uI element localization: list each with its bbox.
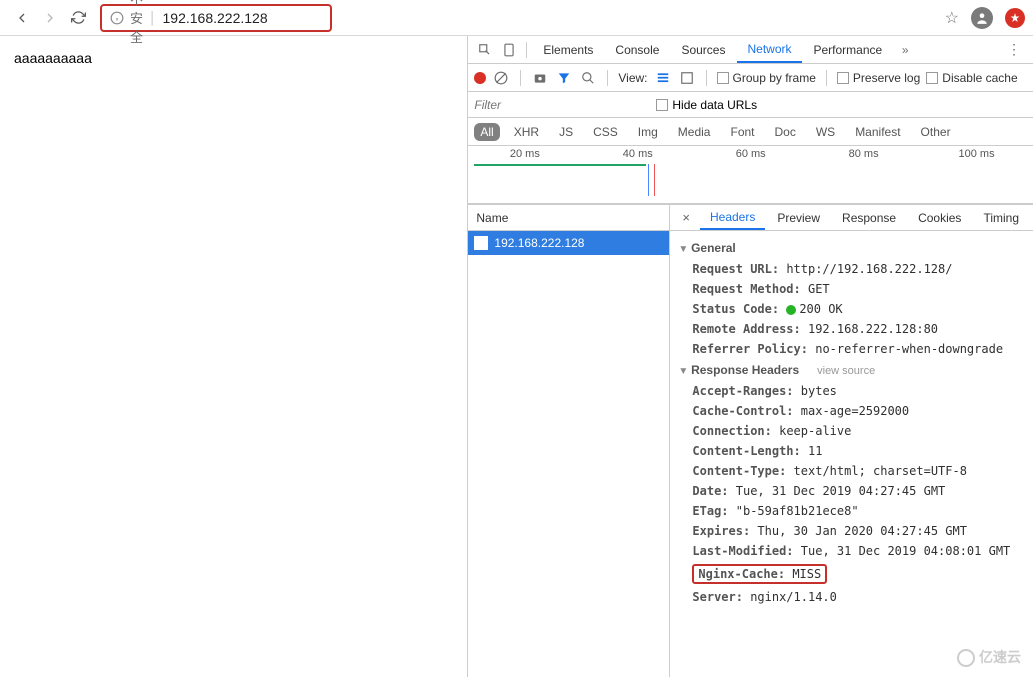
type-css[interactable]: CSS [587, 123, 624, 141]
section-header[interactable]: Response Headersview source [670, 359, 1033, 381]
disable-cache-checkbox[interactable]: Disable cache [926, 71, 1017, 85]
separator: │ [149, 11, 157, 25]
tab-preview[interactable]: Preview [767, 205, 830, 230]
filter-input[interactable] [474, 98, 644, 112]
group-by-frame-checkbox[interactable]: Group by frame [717, 71, 816, 85]
header-row: Last-Modified: Tue, 31 Dec 2019 04:08:01… [670, 541, 1033, 561]
view-label: View: [618, 71, 647, 85]
type-all[interactable]: All [474, 123, 499, 141]
timeline-request-bar [474, 164, 646, 166]
document-icon [474, 236, 488, 250]
address-bar[interactable]: 不安全 │ [100, 4, 332, 32]
type-js[interactable]: JS [553, 123, 579, 141]
header-row: Request URL: http://192.168.222.128/ [670, 259, 1033, 279]
type-manifest[interactable]: Manifest [849, 123, 906, 141]
tab-performance[interactable]: Performance [804, 36, 893, 63]
domcontentloaded-line [648, 164, 649, 196]
capture-screenshot-icon[interactable] [531, 69, 549, 87]
bookmark-icon[interactable]: ☆ [945, 8, 959, 28]
timeline-ticks: 20 ms 40 ms 60 ms 80 ms 100 ms [468, 148, 1033, 160]
request-detail: × Headers Preview Response Cookies Timin… [670, 205, 1033, 677]
header-row: Date: Tue, 31 Dec 2019 04:27:45 GMT [670, 481, 1033, 501]
load-line [654, 164, 655, 196]
type-doc[interactable]: Doc [769, 123, 802, 141]
header-row: Content-Length: 11 [670, 441, 1033, 461]
type-filter-row: All XHR JS CSS Img Media Font Doc WS Man… [468, 118, 1033, 146]
header-row: Accept-Ranges: bytes [670, 381, 1033, 401]
header-row: Content-Type: text/html; charset=UTF-8 [670, 461, 1033, 481]
header-row: Referrer Policy: no-referrer-when-downgr… [670, 339, 1033, 359]
hide-data-urls-checkbox[interactable]: Hide data URLs [656, 98, 757, 112]
header-row: Connection: keep-alive [670, 421, 1033, 441]
browser-toolbar: 不安全 │ ☆ [0, 0, 1033, 36]
extension-badge-icon[interactable] [1005, 8, 1025, 28]
devtools-panel: Elements Console Sources Network Perform… [467, 36, 1033, 677]
profile-avatar[interactable] [971, 7, 993, 29]
devtools-tabs: Elements Console Sources Network Perform… [468, 36, 1033, 64]
type-media[interactable]: Media [672, 123, 717, 141]
waterfall-timeline[interactable]: 20 ms 40 ms 60 ms 80 ms 100 ms [468, 146, 1033, 204]
record-button[interactable] [474, 72, 486, 84]
page-text: aaaaaaaaaa [14, 50, 92, 66]
large-view-icon[interactable] [678, 69, 696, 87]
type-other[interactable]: Other [915, 123, 957, 141]
inspect-element-icon[interactable] [474, 39, 496, 61]
highlighted-header: Nginx-Cache: MISS [692, 564, 827, 584]
tab-elements[interactable]: Elements [533, 36, 603, 63]
url-input[interactable] [163, 10, 344, 26]
search-icon[interactable] [579, 69, 597, 87]
tab-cookies[interactable]: Cookies [908, 205, 971, 230]
network-toolbar: View: Group by frame Preserve log Disabl… [468, 64, 1033, 92]
clear-icon[interactable] [492, 69, 510, 87]
tab-headers[interactable]: Headers [700, 205, 765, 230]
more-tabs-icon[interactable]: » [894, 39, 916, 61]
header-row: Nginx-Cache: MISS [670, 561, 1033, 587]
type-img[interactable]: Img [632, 123, 664, 141]
tab-timing[interactable]: Timing [973, 205, 1029, 230]
header-row: Remote Address: 192.168.222.128:80 [670, 319, 1033, 339]
request-row[interactable]: 192.168.222.128 [468, 231, 669, 255]
header-row: ETag: "b-59af81b21ece8" [670, 501, 1033, 521]
device-toggle-icon[interactable] [498, 39, 520, 61]
detail-tabs: × Headers Preview Response Cookies Timin… [670, 205, 1033, 231]
page-body: aaaaaaaaaa [0, 36, 467, 677]
column-header-name[interactable]: Name [468, 205, 669, 231]
header-row: Request Method: GET [670, 279, 1033, 299]
close-detail-icon[interactable]: × [674, 210, 698, 225]
headers-panel: GeneralRequest URL: http://192.168.222.1… [670, 231, 1033, 677]
tab-network[interactable]: Network [737, 36, 801, 63]
filter-toggle-icon[interactable] [555, 69, 573, 87]
back-button[interactable] [8, 4, 36, 32]
header-row: Cache-Control: max-age=2592000 [670, 401, 1033, 421]
reload-button[interactable] [64, 4, 92, 32]
filter-row: Hide data URLs [468, 92, 1033, 118]
devtools-menu-icon[interactable]: ⋮ [1001, 41, 1027, 58]
header-row: Status Code: 200 OK [670, 299, 1033, 319]
status-dot-icon [786, 305, 796, 315]
type-xhr[interactable]: XHR [508, 123, 545, 141]
forward-button[interactable] [36, 4, 64, 32]
request-name: 192.168.222.128 [494, 236, 584, 250]
tab-response[interactable]: Response [832, 205, 906, 230]
type-ws[interactable]: WS [810, 123, 841, 141]
request-list: Name 192.168.222.128 [468, 205, 670, 677]
list-view-icon[interactable] [654, 69, 672, 87]
site-info-icon[interactable] [110, 11, 124, 25]
header-row: Expires: Thu, 30 Jan 2020 04:27:45 GMT [670, 521, 1033, 541]
type-font[interactable]: Font [724, 123, 760, 141]
view-source-link[interactable]: view source [817, 365, 875, 377]
tab-sources[interactable]: Sources [671, 36, 735, 63]
tab-console[interactable]: Console [605, 36, 669, 63]
section-header[interactable]: General [670, 237, 1033, 259]
header-row: Server: nginx/1.14.0 [670, 587, 1033, 607]
preserve-log-checkbox[interactable]: Preserve log [837, 71, 920, 85]
